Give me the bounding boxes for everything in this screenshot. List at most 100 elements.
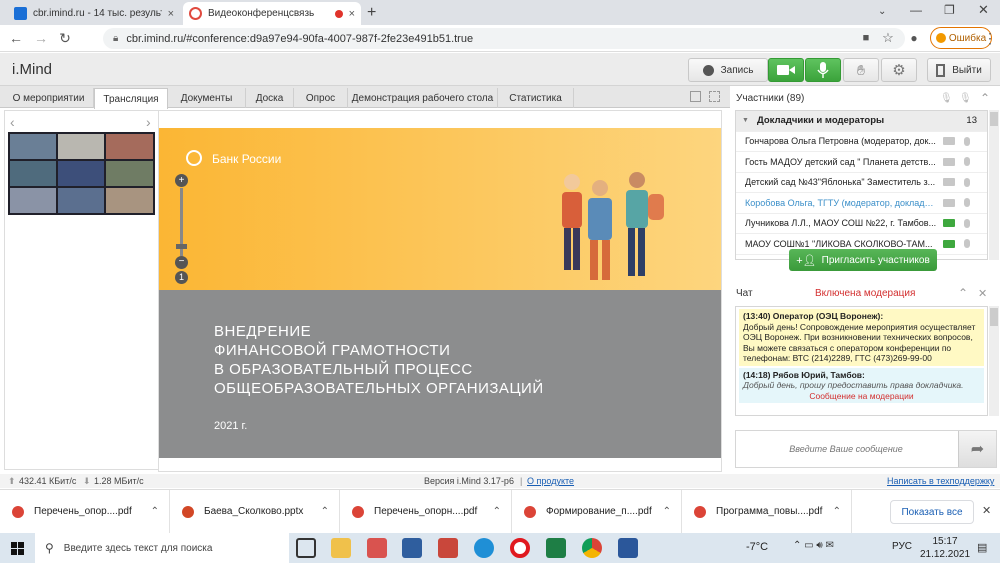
camera-blocked-icon[interactable]: ■ — [858, 30, 874, 46]
clock-date[interactable]: 21.12.2021 — [919, 549, 971, 560]
store-icon[interactable] — [402, 538, 422, 558]
participant-camera-icon[interactable] — [943, 239, 955, 248]
download-item[interactable]: Программа_повы....pdf ⌃ — [682, 490, 852, 533]
download-menu-chevron-icon[interactable]: ⌃ — [151, 506, 159, 517]
download-item[interactable]: Баева_Сколково.pptx ⌃ — [170, 490, 340, 533]
raise-hand-button[interactable]: ✋︎ — [843, 58, 879, 82]
download-menu-chevron-icon[interactable]: ⌃ — [321, 506, 329, 517]
tab-poll[interactable]: Опрос — [294, 88, 348, 108]
participant-camera-icon[interactable] — [943, 137, 955, 146]
excel-icon[interactable] — [546, 538, 566, 558]
participant-row[interactable]: Гость МАДОУ детский сад " Планета детств… — [736, 152, 987, 173]
chat-scrollbar[interactable] — [989, 306, 999, 416]
support-link[interactable]: Написать в техподдержку — [887, 476, 994, 486]
show-all-downloads-button[interactable]: Показать все — [890, 500, 974, 524]
zoom-out-icon[interactable]: − — [175, 256, 188, 269]
close-tab-icon[interactable]: × — [349, 8, 355, 20]
tray-icons[interactable]: ⌃ ▭ 🔊︎ ✉ — [793, 540, 834, 551]
participant-microphone-icon[interactable] — [964, 239, 970, 249]
download-menu-chevron-icon[interactable]: ⌃ — [493, 506, 501, 517]
url-field[interactable]: 🔒︎ cbr.imind.ru/#conference:d9a97e94-90f… — [103, 28, 905, 49]
exit-button[interactable]: Выйти — [927, 58, 991, 82]
tab-statistics[interactable]: Статистика — [498, 88, 574, 108]
previous-arrow-icon[interactable]: ‹ — [10, 114, 15, 130]
layout-toggle-icon[interactable] — [690, 91, 701, 102]
notifications-icon[interactable]: ▤ — [977, 541, 987, 554]
word-icon[interactable] — [618, 538, 638, 558]
browser-tab-search[interactable]: cbr.imind.ru - 14 тыс. результато × — [8, 2, 180, 25]
microphone-toggle-button[interactable] — [805, 58, 841, 82]
scrollbar-thumb[interactable] — [990, 112, 998, 126]
tab-about[interactable]: О мероприятии — [4, 88, 94, 108]
tab-broadcast[interactable]: Трансляция — [94, 88, 168, 109]
participants-group-header[interactable]: ▼ Докладчики и модераторы 13 — [736, 111, 987, 132]
back-arrow-icon[interactable]: ← — [8, 30, 24, 46]
file-explorer-icon[interactable] — [331, 538, 351, 558]
chat-input[interactable] — [736, 431, 956, 467]
scrollbar-thumb[interactable] — [990, 308, 998, 326]
close-tab-icon[interactable]: × — [168, 8, 174, 20]
forward-arrow-icon[interactable]: → — [33, 30, 49, 46]
participant-microphone-icon[interactable] — [964, 218, 970, 228]
close-window-icon[interactable]: ✕ — [978, 2, 989, 18]
collapse-chevron-icon[interactable]: ⌃ — [958, 286, 968, 300]
next-arrow-icon[interactable]: › — [146, 114, 151, 130]
restore-window-icon[interactable]: ❐ — [944, 3, 955, 17]
participant-row[interactable]: Коробова Ольга, ТГТУ (модератор, докладч… — [736, 193, 987, 214]
video-grid[interactable] — [8, 132, 155, 215]
participant-microphone-icon[interactable] — [964, 136, 970, 146]
taskbar-search-box[interactable]: ⚲ Введите здесь текст для поиска — [35, 533, 289, 563]
edge-icon[interactable] — [474, 538, 494, 558]
powerpoint-icon[interactable] — [438, 538, 458, 558]
participant-camera-icon[interactable] — [943, 198, 955, 207]
weather-temperature[interactable]: -7°C — [746, 541, 768, 553]
settings-button[interactable]: ⚙ — [881, 58, 917, 82]
download-menu-chevron-icon[interactable]: ⌃ — [663, 506, 671, 517]
reload-icon[interactable]: ↻ — [57, 30, 73, 46]
camera-toggle-button[interactable] — [768, 58, 804, 82]
gift-app-icon[interactable] — [367, 538, 387, 558]
fullscreen-icon[interactable] — [709, 91, 720, 102]
windows-start-icon[interactable] — [11, 542, 24, 555]
opera-icon[interactable] — [510, 538, 530, 558]
bookmark-star-icon[interactable]: ☆ — [880, 30, 896, 46]
participant-row[interactable]: Детский сад №43"Яблонька" Заместитель з.… — [736, 173, 987, 193]
participant-row[interactable]: Гончарова Ольга Петровна (модератор, док… — [736, 132, 987, 152]
new-tab-button[interactable]: + — [367, 4, 376, 22]
task-view-icon[interactable] — [296, 538, 316, 558]
collapse-chevron-icon[interactable]: ⌃ — [980, 91, 990, 105]
close-downloads-icon[interactable]: ✕ — [982, 504, 991, 517]
clock-time[interactable]: 15:17 — [925, 536, 965, 547]
browser-menu-icon[interactable]: ⋮ — [982, 30, 998, 46]
participant-microphone-icon[interactable] — [964, 198, 970, 208]
mute-all-icon[interactable]: 🎙︎ — [940, 93, 953, 104]
participant-camera-icon[interactable] — [943, 178, 955, 187]
tab-board[interactable]: Доска — [246, 88, 294, 108]
download-item[interactable]: Перечень_опор....pdf ⌃ — [0, 490, 170, 533]
mute-all-off-icon[interactable]: 🎙︎ — [959, 93, 972, 104]
participant-microphone-icon[interactable] — [964, 157, 970, 167]
group-collapse-icon[interactable]: ▼ — [742, 117, 749, 124]
chat-close-icon[interactable]: ✕ — [978, 287, 987, 300]
participants-scrollbar[interactable] — [989, 110, 999, 260]
chrome-icon[interactable] — [582, 538, 602, 558]
input-language[interactable]: РУС — [892, 541, 912, 552]
invite-participants-button[interactable]: +👤︎ Пригласить участников — [789, 249, 937, 271]
zoom-in-icon[interactable]: + — [175, 174, 188, 187]
zoom-slider-handle[interactable] — [176, 244, 187, 249]
tab-documents[interactable]: Документы — [168, 88, 246, 108]
participant-microphone-icon[interactable] — [964, 177, 970, 187]
participant-row[interactable]: Лучникова Л.Л., МАОУ СОШ №22, г. Тамбов.… — [736, 214, 987, 234]
about-product-link[interactable]: О продукте — [527, 476, 574, 486]
download-menu-chevron-icon[interactable]: ⌃ — [833, 506, 841, 517]
download-item[interactable]: Перечень_опорн....pdf ⌃ — [340, 490, 512, 533]
send-message-button[interactable]: ➦ — [958, 431, 996, 467]
profile-icon[interactable]: ● — [906, 30, 922, 46]
minimize-window-icon[interactable]: — — [910, 3, 922, 17]
participant-camera-icon[interactable] — [943, 219, 955, 228]
tab-search-chevron-icon[interactable]: ⌄ — [878, 6, 886, 17]
browser-tab-conference[interactable]: Видеоконференцсвязь × — [183, 2, 361, 25]
fit-one-to-one-icon[interactable]: 1 — [175, 271, 188, 284]
download-item[interactable]: Формирование_п....pdf ⌃ — [512, 490, 682, 533]
tab-screen-share[interactable]: Демонстрация рабочего стола — [348, 88, 498, 108]
